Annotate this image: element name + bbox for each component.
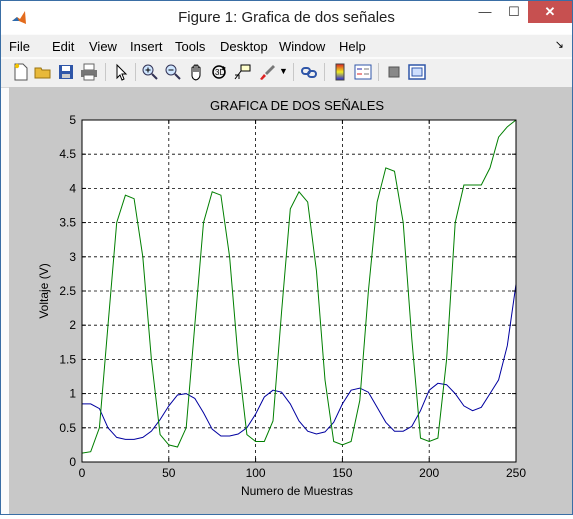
figure-toolbar: 3D ▼ [1,59,572,88]
toolbar-separator [293,63,294,81]
legend-icon[interactable] [354,63,372,81]
toolbar-separator [105,63,106,81]
pointer-icon[interactable] [112,63,130,81]
menu-bar: File Edit View Insert Tools Desktop Wind… [1,35,572,57]
menu-insert[interactable]: Insert [130,39,163,54]
y-tick-label: 4 [69,181,76,195]
pan-icon[interactable] [188,63,206,81]
figure-window: Figure 1: Grafica de dos señales — ☐ ✕ F… [0,0,573,515]
show-plot-tools-icon[interactable] [408,63,426,81]
brush-icon[interactable] [258,63,276,81]
save-icon[interactable] [57,63,75,81]
menu-help[interactable]: Help [339,39,366,54]
x-tick-label: 250 [506,466,526,480]
y-tick-label: 1 [69,387,76,401]
figure-canvas[interactable]: GRAFICA DE DOS SEÑALES 0 50 100 150 200 250 0… [9,87,572,514]
y-tick-label: 0 [69,455,76,469]
y-tick-label: 4.5 [59,147,76,161]
line-chart: GRAFICA DE DOS SEÑALES 0 50 100 150 200 250 0… [37,98,526,498]
colorbar-icon[interactable] [331,63,349,81]
chart-title: GRAFICA DE DOS SEÑALES [210,98,384,113]
dock-arrow-icon[interactable]: ↘ [555,38,564,51]
toolbar-separator [324,63,325,81]
new-figure-icon[interactable] [12,63,30,81]
menu-file[interactable]: File [9,39,30,54]
y-tick-label: 3.5 [59,216,76,230]
x-tick-label: 50 [162,466,176,480]
x-axis-label: Numero de Muestras [241,484,353,498]
toolbar-separator [378,63,379,81]
y-tick-label: 3 [69,250,76,264]
zoom-out-icon[interactable] [164,63,182,81]
title-bar[interactable]: Figure 1: Grafica de dos señales — ☐ ✕ [1,1,572,34]
toolbar-separator [135,63,136,81]
y-tick-label: 0.5 [59,421,76,435]
menu-edit[interactable]: Edit [52,39,74,54]
brush-dropdown-icon[interactable]: ▼ [279,66,288,76]
maximize-button[interactable]: ☐ [500,1,528,23]
svg-text:3D: 3D [215,68,225,77]
menu-tools[interactable]: Tools [175,39,205,54]
x-tick-label: 150 [332,466,352,480]
x-tick-label: 100 [246,466,266,480]
y-tick-label: 1.5 [59,352,76,366]
y-tick-label: 2.5 [59,284,76,298]
data-cursor-icon[interactable] [233,63,251,81]
minimize-button[interactable]: — [471,1,499,23]
close-button[interactable]: ✕ [528,1,572,23]
hide-plot-tools-icon[interactable] [385,63,403,81]
link-plot-icon[interactable] [300,63,318,81]
x-tick-label: 0 [79,466,86,480]
y-tick-label: 5 [69,113,76,127]
open-file-icon[interactable] [34,63,52,81]
x-tick-label: 200 [419,466,439,480]
menu-view[interactable]: View [89,39,117,54]
rotate-3d-icon[interactable]: 3D [210,63,228,81]
menu-desktop[interactable]: Desktop [220,39,268,54]
menu-window[interactable]: Window [279,39,325,54]
print-icon[interactable] [80,63,98,81]
y-tick-label: 2 [69,318,76,332]
y-axis-label: Voltaje (V) [37,263,51,318]
zoom-in-icon[interactable] [141,63,159,81]
